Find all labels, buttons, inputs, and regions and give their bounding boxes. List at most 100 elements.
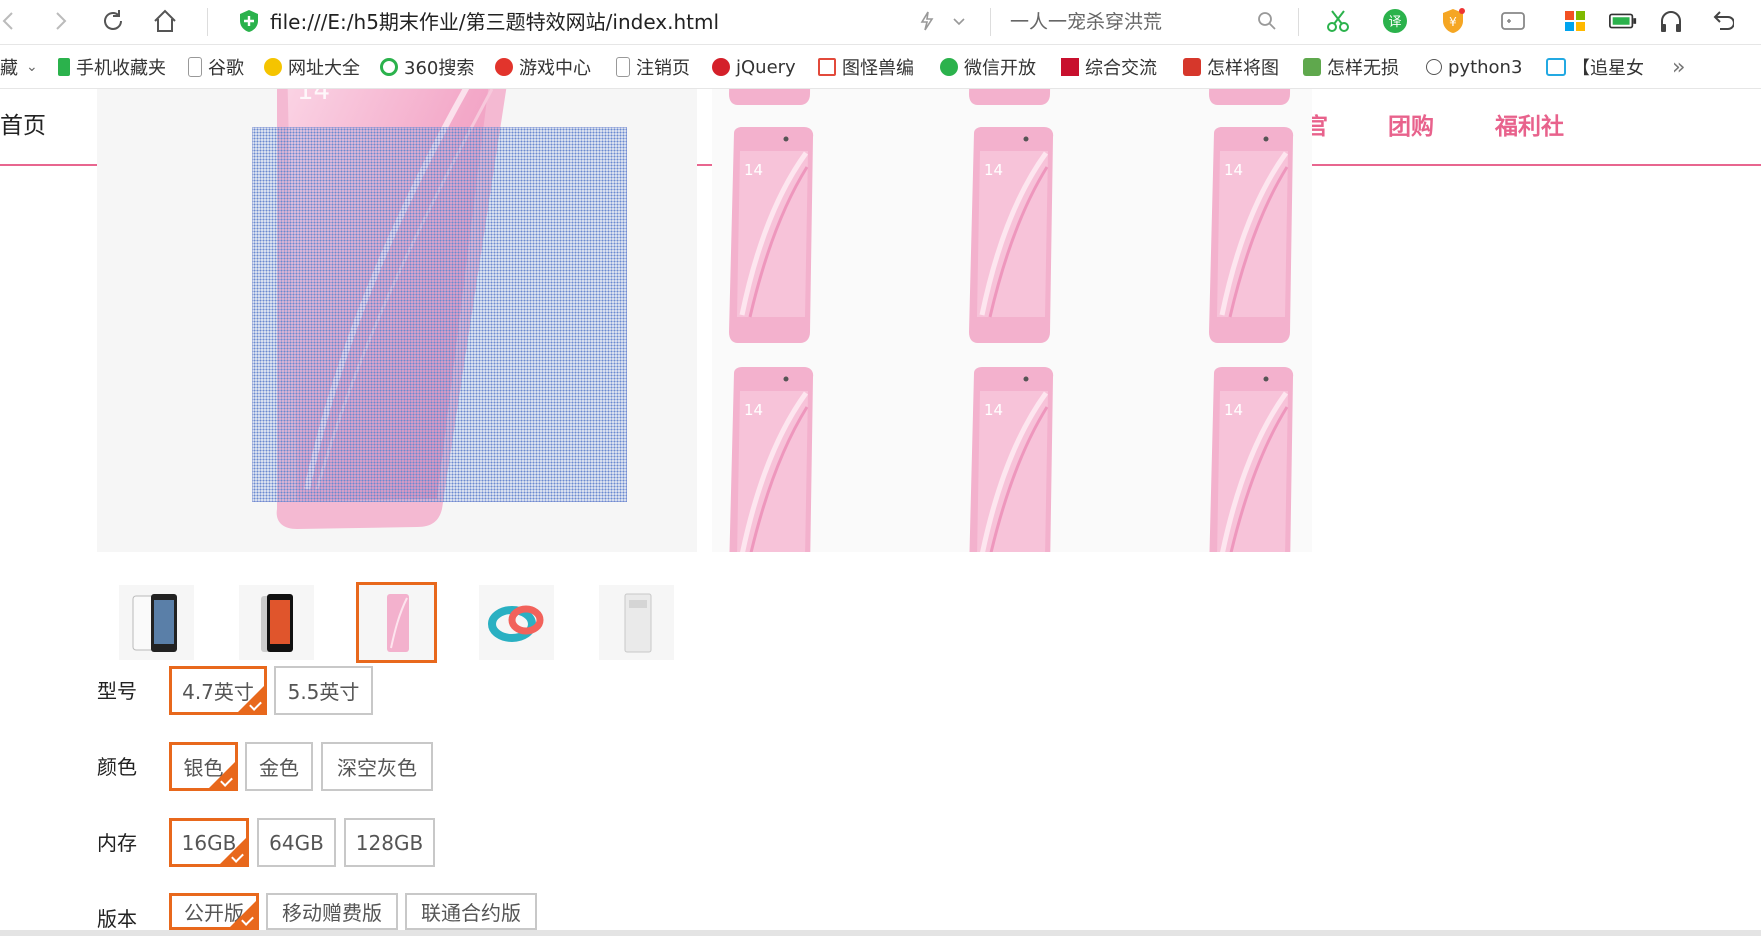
check-icon	[230, 901, 256, 927]
bookmark-label: 谷歌	[208, 58, 244, 79]
bookmark-item[interactable]: 【追星女	[1546, 55, 1650, 79]
zoom-phone-tile: 14	[1209, 367, 1294, 552]
wechat-icon	[940, 58, 958, 76]
bookmarks-bar: 藏 ⌄ 手机收藏夹 谷歌 网址大全 360搜索 游戏中心 注销页 jQuery 图…	[0, 45, 1761, 89]
bookmark-item[interactable]: 综合交流	[1061, 55, 1165, 79]
bookmark-label: 360搜索	[404, 58, 475, 79]
option-public-version[interactable]: 公开版	[169, 893, 259, 930]
bookmark-item[interactable]: 藏 ⌄	[0, 55, 44, 79]
svg-text:¥: ¥	[1449, 15, 1457, 29]
bookmark-item[interactable]: jQuery	[712, 55, 804, 79]
thumbnail-purifier[interactable]	[599, 585, 674, 660]
option-label-model: 型号	[97, 679, 137, 703]
search-input[interactable]: 一人一宠杀穿洪荒	[1010, 8, 1162, 36]
home-icon[interactable]	[150, 6, 180, 36]
nav-item-group-buy[interactable]: 团购	[1388, 112, 1434, 142]
bookmark-item[interactable]: 谷歌	[188, 55, 268, 79]
option-space-gray[interactable]: 深空灰色	[321, 742, 433, 791]
svg-text:14: 14	[297, 89, 330, 106]
check-icon	[238, 686, 264, 712]
phone-clock-text: 14	[984, 401, 1003, 419]
bookmark-label: 游戏中心	[519, 58, 591, 79]
nav-home-link[interactable]: 首页	[0, 111, 46, 141]
thumbnail-pink-phone[interactable]	[356, 582, 437, 663]
battery-icon[interactable]	[1608, 6, 1638, 36]
option-mobile-bonus-version[interactable]: 移动赠费版	[266, 893, 398, 930]
translate-icon[interactable]: 译	[1380, 6, 1410, 36]
option-64gb[interactable]: 64GB	[257, 818, 336, 867]
option-gold[interactable]: 金色	[245, 742, 313, 791]
secure-shield-icon	[238, 9, 260, 33]
fc-icon	[1061, 58, 1079, 76]
bookmark-label: 微信开放	[964, 58, 1036, 79]
bookmark-item[interactable]: 网址大全	[264, 55, 374, 79]
bookmark-item[interactable]: 怎样将图	[1183, 55, 1287, 79]
option-label-color: 颜色	[97, 755, 137, 779]
thumbnail-black-phone[interactable]	[239, 585, 314, 660]
lightning-icon[interactable]	[912, 6, 942, 36]
purifier-thumb	[624, 593, 651, 652]
zoom-phone-tile: 14	[969, 127, 1054, 343]
phone-clock-text: 14	[1224, 401, 1243, 419]
bookmark-label: 综合交流	[1085, 58, 1157, 79]
chevron-down-icon[interactable]	[944, 6, 974, 36]
game-pad-icon[interactable]	[1498, 6, 1528, 36]
bookmark-item[interactable]: 微信开放	[940, 55, 1042, 79]
band-thumb	[487, 605, 543, 642]
search-icon[interactable]	[1252, 6, 1282, 36]
option-text: 128GB	[355, 830, 424, 855]
bookmark-item[interactable]: 怎样无损	[1303, 55, 1407, 79]
scissors-icon[interactable]	[1323, 6, 1353, 36]
undo-icon[interactable]	[1706, 6, 1736, 36]
zoom-preview-panel: 14 14 14 14 14 14 14 14 14	[712, 89, 1312, 552]
zoom-phone-tile: 14	[969, 367, 1054, 552]
zoom-phone-tile: 14	[969, 89, 1051, 105]
option-unicom-contract-version[interactable]: 联通合约版	[405, 893, 537, 930]
game-icon	[495, 58, 513, 76]
main-product-image[interactable]: 14	[97, 89, 697, 552]
option-text: 金色	[259, 756, 299, 780]
more-bookmarks-button[interactable]: »	[1672, 55, 1696, 79]
back-icon[interactable]	[0, 6, 24, 36]
bookmark-label: 怎样将图	[1207, 58, 1279, 79]
option-text: 深空灰色	[337, 756, 417, 780]
bookmark-label: 图怪兽编	[842, 58, 914, 79]
thumbnail-band[interactable]	[479, 585, 554, 660]
bookmark-item[interactable]: 手机收藏夹	[58, 55, 188, 79]
apps-grid-icon[interactable]	[1560, 6, 1590, 36]
chevron-down-icon: ⌄	[26, 59, 38, 75]
bookmark-item[interactable]: 游戏中心	[495, 55, 605, 79]
forward-icon[interactable]	[45, 6, 75, 36]
bookmark-item[interactable]: python3	[1426, 55, 1526, 79]
white-phone-thumb	[132, 593, 177, 652]
python-icon	[1426, 59, 1442, 75]
nav-item-welfare[interactable]: 福利社	[1495, 112, 1564, 142]
phone-clock-text: 14	[984, 161, 1003, 179]
svg-text:译: 译	[1388, 15, 1401, 30]
address-bar-url[interactable]: file:///E:/h5期末作业/第三题特效网站/index.html	[270, 8, 719, 36]
nav-underline	[697, 164, 712, 166]
option-5-5-inch[interactable]: 5.5英寸	[274, 666, 373, 715]
bookmark-item[interactable]: 图怪兽编	[818, 55, 922, 79]
bookmark-label: 【追星女	[1572, 58, 1644, 79]
coupon-icon[interactable]: ¥	[1438, 6, 1468, 36]
option-text: 移动赠费版	[282, 901, 382, 925]
phone-clock-text: 14	[744, 161, 763, 179]
magnifier-lens[interactable]	[252, 127, 627, 502]
bookmark-item[interactable]: 360搜索	[380, 55, 490, 79]
bookmark-label: 手机收藏夹	[76, 58, 166, 79]
option-silver[interactable]: 银色	[169, 742, 238, 791]
option-128gb[interactable]: 128GB	[344, 818, 435, 867]
thumbnail-white-phone[interactable]	[119, 585, 194, 660]
horizontal-scrollbar[interactable]	[0, 930, 1761, 936]
phone-icon	[58, 58, 70, 76]
option-16gb[interactable]: 16GB	[169, 818, 249, 867]
bookmark-item[interactable]: 注销页	[616, 55, 706, 79]
pink-phone-thumb	[386, 593, 409, 652]
option-4-7-inch[interactable]: 4.7英寸	[169, 666, 267, 715]
option-text: 5.5英寸	[287, 680, 360, 704]
headphones-icon[interactable]	[1656, 6, 1686, 36]
kuai-icon	[1183, 58, 1201, 76]
zoom-phone-tile: 14	[729, 127, 814, 343]
refresh-icon[interactable]	[98, 6, 128, 36]
